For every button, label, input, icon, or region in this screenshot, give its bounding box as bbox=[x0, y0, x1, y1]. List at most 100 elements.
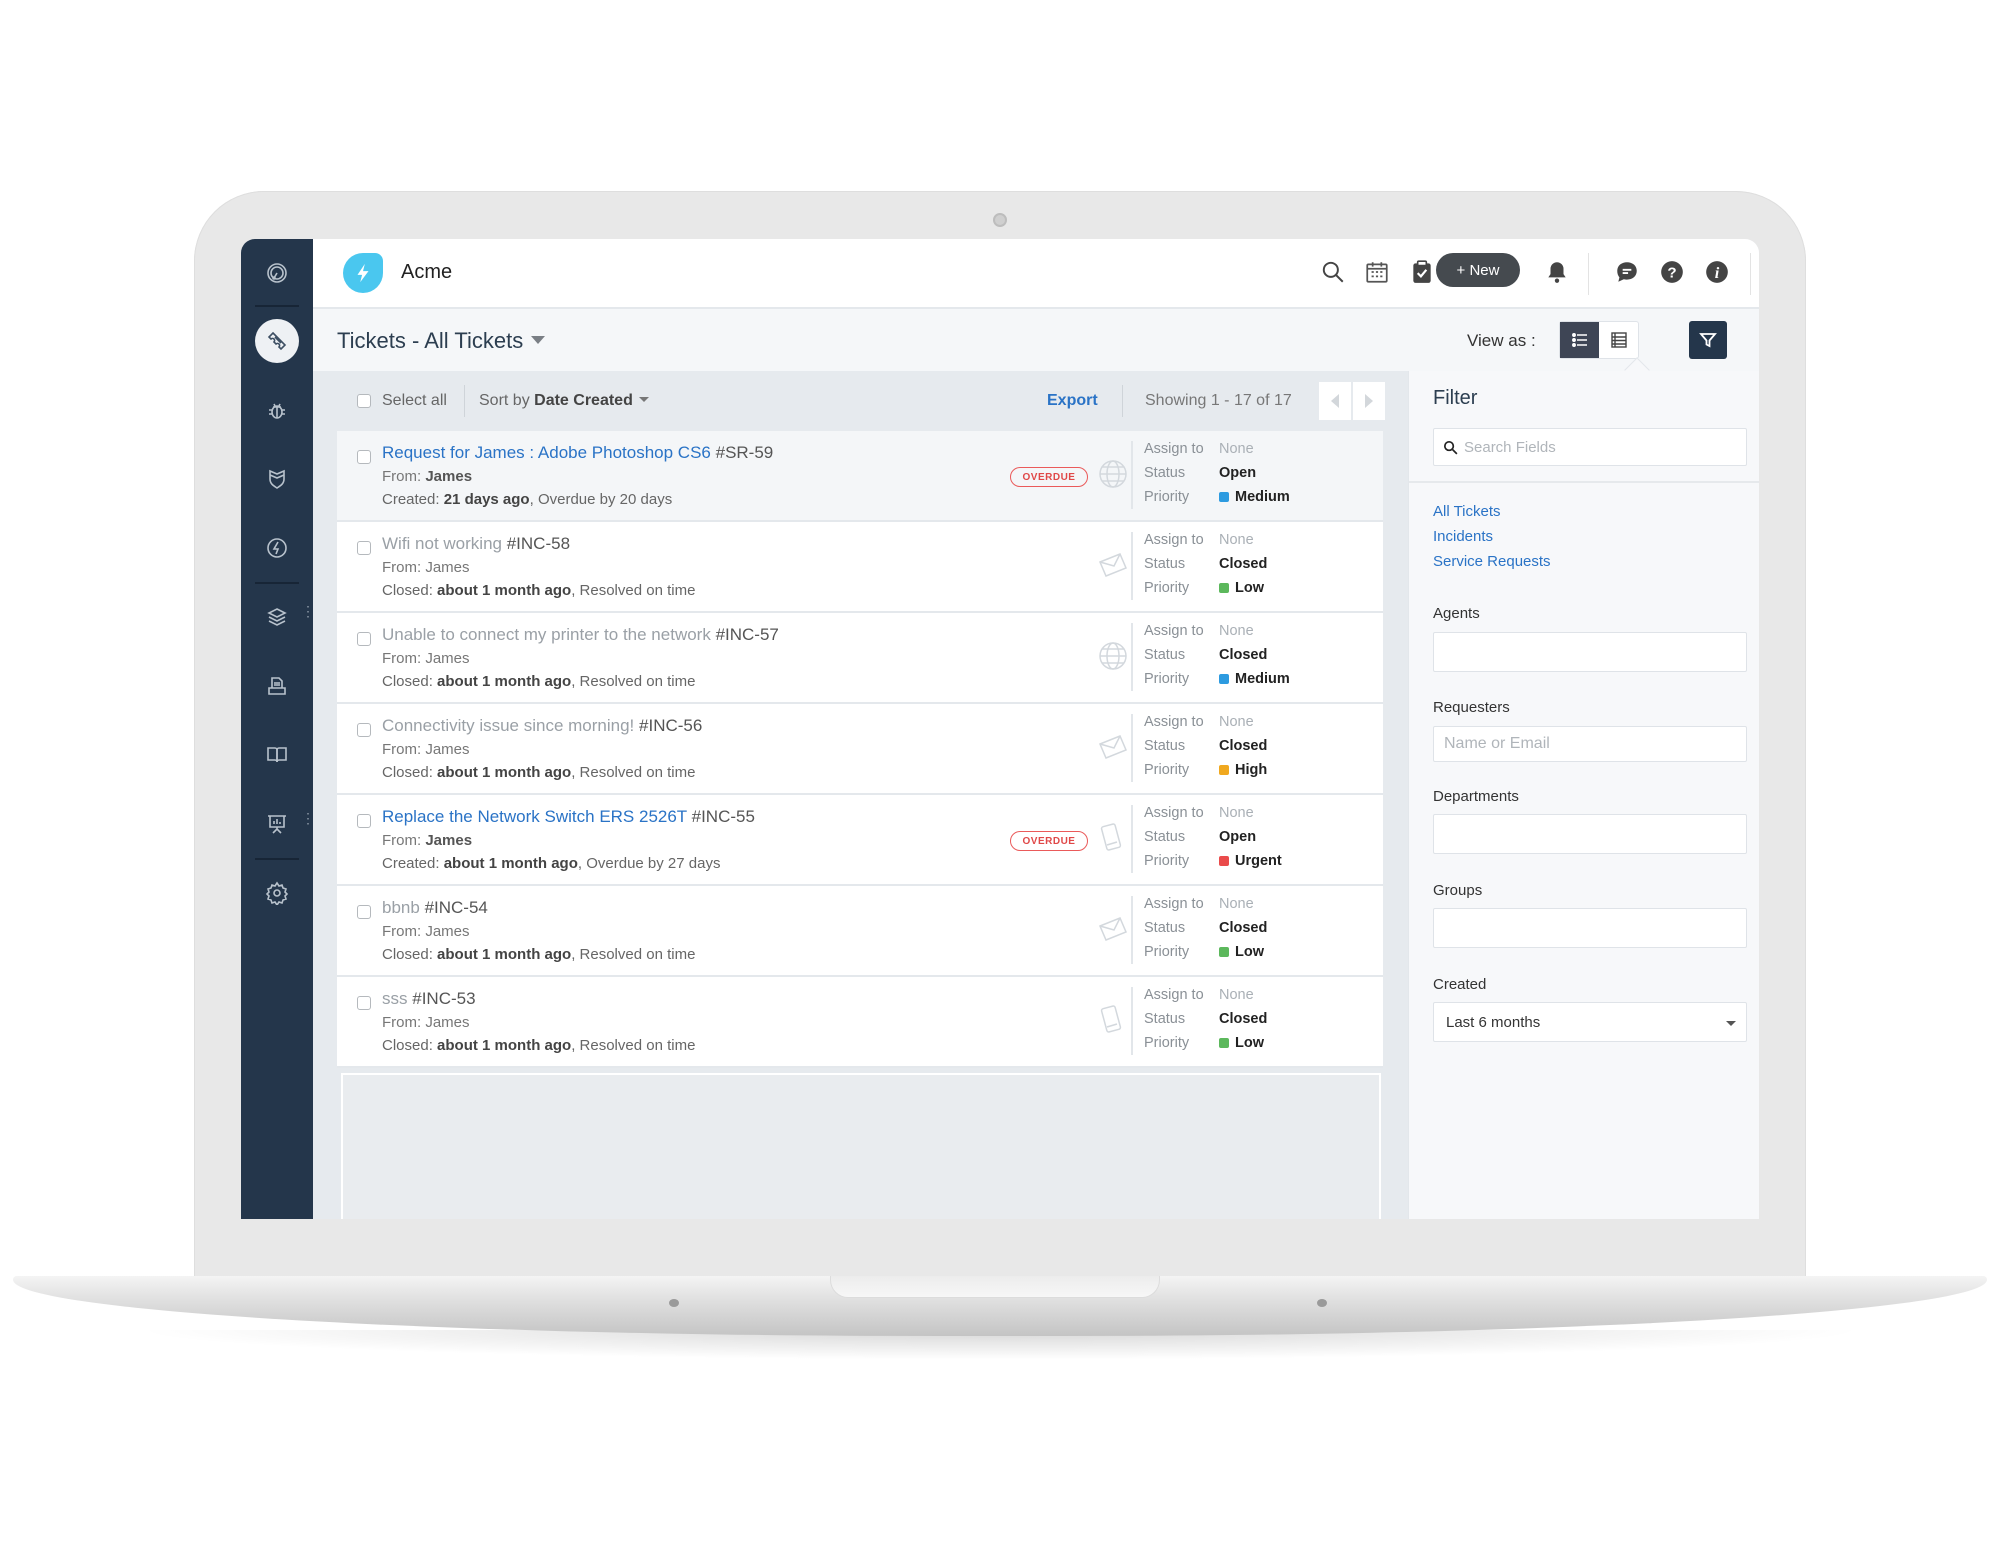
ticket-title-line[interactable]: bbnb #INC-54 bbox=[382, 898, 488, 918]
search-button[interactable] bbox=[1319, 258, 1347, 286]
filter-view-incidents[interactable]: Incidents bbox=[1433, 528, 1493, 545]
ticket-row[interactable]: Request for James : Adobe Photoshop CS6 … bbox=[337, 431, 1383, 522]
export-link[interactable]: Export bbox=[1047, 392, 1098, 410]
list-view-button[interactable] bbox=[1560, 322, 1599, 358]
created-select[interactable]: Last 6 months bbox=[1433, 1002, 1747, 1042]
ticket-subject[interactable]: bbnb bbox=[382, 898, 420, 917]
date-label: Closed: bbox=[382, 673, 433, 690]
ticket-subject[interactable]: Wifi not working bbox=[382, 534, 502, 553]
app-screen: ⋮ ⋮ Acme + New ? i Tickets - All Tickets… bbox=[241, 239, 1759, 1219]
status-value[interactable]: Closed bbox=[1219, 647, 1267, 663]
priority-value[interactable]: High bbox=[1219, 762, 1267, 778]
prev-page-button[interactable] bbox=[1319, 382, 1351, 420]
sidebar-item-assets[interactable] bbox=[255, 595, 299, 639]
ticket-row[interactable]: Connectivity issue since morning! #INC-5… bbox=[337, 704, 1383, 795]
groups-field[interactable] bbox=[1433, 908, 1747, 948]
assign-to-value[interactable]: None bbox=[1219, 896, 1254, 912]
ticket-title-line[interactable]: Request for James : Adobe Photoshop CS6 … bbox=[382, 443, 773, 463]
new-button[interactable]: + New bbox=[1436, 253, 1520, 287]
select-all-checkbox[interactable] bbox=[357, 394, 371, 408]
assign-to-value[interactable]: None bbox=[1219, 987, 1254, 1003]
chevron-down-icon[interactable] bbox=[531, 336, 546, 344]
priority-value[interactable]: Medium bbox=[1219, 671, 1290, 687]
priority-value[interactable]: Low bbox=[1219, 1035, 1264, 1051]
assign-to-value[interactable]: None bbox=[1219, 623, 1254, 639]
ticket-row[interactable]: Replace the Network Switch ERS 2526T #IN… bbox=[337, 795, 1383, 886]
svg-text:?: ? bbox=[1667, 264, 1676, 281]
assign-to-value[interactable]: None bbox=[1219, 805, 1254, 821]
filter-view-all-tickets[interactable]: All Tickets bbox=[1433, 503, 1501, 520]
ticket-title-line[interactable]: sss #INC-53 bbox=[382, 989, 476, 1009]
notifications-button[interactable] bbox=[1543, 258, 1571, 286]
ticket-list: Request for James : Adobe Photoshop CS6 … bbox=[337, 431, 1383, 1068]
tasks-button[interactable] bbox=[1408, 258, 1436, 286]
ticket-row[interactable]: Wifi not working #INC-58 From: James Close… bbox=[337, 522, 1383, 613]
sidebar-more-icon[interactable]: ⋮ bbox=[301, 811, 315, 825]
view-selector[interactable]: All Tickets bbox=[424, 328, 523, 353]
sidebar-item-admin[interactable] bbox=[255, 871, 299, 915]
page-title[interactable]: Tickets - All Tickets bbox=[337, 328, 546, 354]
priority-value[interactable]: Medium bbox=[1219, 489, 1290, 505]
filter-view-service-requests[interactable]: Service Requests bbox=[1433, 553, 1551, 570]
status-value[interactable]: Closed bbox=[1219, 920, 1267, 936]
sidebar-item-releases[interactable] bbox=[255, 526, 299, 570]
info-button[interactable]: i bbox=[1703, 258, 1731, 286]
ticket-row[interactable]: Unable to connect my printer to the netw… bbox=[337, 613, 1383, 704]
calendar-button[interactable] bbox=[1363, 258, 1391, 286]
ticket-title-line[interactable]: Unable to connect my printer to the netw… bbox=[382, 625, 779, 645]
status-value[interactable]: Open bbox=[1219, 465, 1256, 481]
sidebar-more-icon[interactable]: ⋮ bbox=[301, 604, 315, 618]
sidebar-item-dashboard[interactable] bbox=[255, 251, 299, 295]
status-value[interactable]: Closed bbox=[1219, 556, 1267, 572]
ticket-checkbox[interactable] bbox=[357, 996, 371, 1010]
ticket-checkbox[interactable] bbox=[357, 632, 371, 646]
sidebar-item-tickets[interactable] bbox=[255, 319, 299, 363]
app-logo[interactable] bbox=[343, 253, 383, 293]
ticket-subject[interactable]: Replace the Network Switch ERS 2526T bbox=[382, 807, 687, 826]
ticket-title-line[interactable]: Replace the Network Switch ERS 2526T #IN… bbox=[382, 807, 755, 827]
priority-value[interactable]: Low bbox=[1219, 944, 1264, 960]
next-page-button[interactable] bbox=[1353, 382, 1385, 420]
ticket-title-line[interactable]: Wifi not working #INC-58 bbox=[382, 534, 570, 554]
ticket-checkbox[interactable] bbox=[357, 905, 371, 919]
envelope-icon bbox=[1096, 912, 1130, 946]
priority-value[interactable]: Low bbox=[1219, 580, 1264, 596]
sidebar-item-problems[interactable] bbox=[255, 388, 299, 432]
filter-toggle-button[interactable] bbox=[1689, 321, 1727, 359]
ticket-checkbox[interactable] bbox=[357, 814, 371, 828]
sidebar-item-solutions[interactable] bbox=[255, 733, 299, 777]
status-value[interactable]: Open bbox=[1219, 829, 1256, 845]
requesters-field[interactable] bbox=[1433, 726, 1747, 762]
filter-search-input[interactable] bbox=[1464, 429, 1744, 465]
assign-to-value[interactable]: None bbox=[1219, 441, 1254, 457]
ticket-row[interactable]: sss #INC-53 From: James Closed: about 1 mo… bbox=[337, 977, 1383, 1068]
assign-to-value[interactable]: None bbox=[1219, 714, 1254, 730]
sidebar-item-changes[interactable] bbox=[255, 457, 299, 501]
select-all-label[interactable]: Select all bbox=[382, 392, 447, 410]
ticket-subject[interactable]: sss bbox=[382, 989, 408, 1008]
from-label: From: bbox=[382, 832, 422, 849]
ticket-subject[interactable]: Connectivity issue since morning! bbox=[382, 716, 634, 735]
sidebar-item-reports[interactable] bbox=[255, 802, 299, 846]
chat-button[interactable] bbox=[1613, 258, 1641, 286]
ticket-checkbox[interactable] bbox=[357, 541, 371, 555]
sidebar-item-contracts[interactable] bbox=[255, 664, 299, 708]
sort-dropdown[interactable]: Sort by Date Created bbox=[479, 392, 649, 410]
status-value[interactable]: Closed bbox=[1219, 1011, 1267, 1027]
priority-value[interactable]: Urgent bbox=[1219, 853, 1282, 869]
ticket-row[interactable]: bbnb #INC-54 From: James Closed: about 1 m… bbox=[337, 886, 1383, 977]
ticket-title-line[interactable]: Connectivity issue since morning! #INC-5… bbox=[382, 716, 702, 736]
status-value[interactable]: Closed bbox=[1219, 738, 1267, 754]
help-button[interactable]: ? bbox=[1658, 258, 1686, 286]
ticket-checkbox[interactable] bbox=[357, 450, 371, 464]
agents-field[interactable] bbox=[1433, 632, 1747, 672]
help-icon: ? bbox=[1661, 261, 1683, 283]
priority-text: Low bbox=[1235, 944, 1264, 960]
table-view-button[interactable] bbox=[1599, 322, 1638, 358]
assign-to-value[interactable]: None bbox=[1219, 532, 1254, 548]
pagination bbox=[1319, 382, 1385, 420]
ticket-subject[interactable]: Request for James : Adobe Photoshop CS6 bbox=[382, 443, 711, 462]
ticket-checkbox[interactable] bbox=[357, 723, 371, 737]
departments-field[interactable] bbox=[1433, 814, 1747, 854]
ticket-subject[interactable]: Unable to connect my printer to the netw… bbox=[382, 625, 711, 644]
